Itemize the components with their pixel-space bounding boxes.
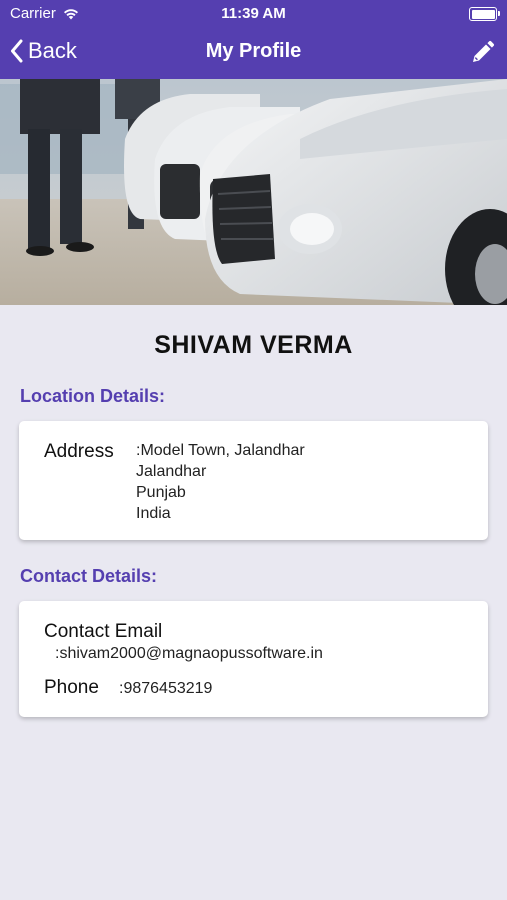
location-card: Address :Model Town, Jalandhar Jalandhar… [19, 421, 488, 540]
battery-icon [469, 7, 500, 21]
address-value: :Model Town, Jalandhar Jalandhar Punjab … [136, 440, 305, 524]
contact-email-value: :shivam2000@magnaopussoftware.in [55, 645, 323, 662]
address-line: :Model Town, Jalandhar [136, 442, 305, 459]
top-bar: Carrier 11:39 AM Back My Profile [0, 0, 507, 79]
status-bar: Carrier 11:39 AM [0, 0, 507, 28]
location-details-heading: Location Details: [20, 386, 166, 406]
phone-value: :9876453219 [119, 680, 213, 697]
address-label: Address [44, 441, 114, 462]
page-title: My Profile [205, 40, 302, 62]
edit-button[interactable] [469, 40, 495, 66]
profile-name: SHIVAM VERMA [154, 331, 353, 359]
address-line: Jalandhar [136, 463, 207, 480]
address-line: India [136, 505, 171, 522]
pencil-icon [473, 41, 494, 62]
navigation-bar: Back My Profile [0, 30, 507, 76]
contact-card: Contact Email :shivam2000@magnaopussoftw… [19, 601, 488, 717]
cars-photo [0, 79, 507, 305]
phone-label: Phone [44, 677, 99, 698]
contact-details-heading: Contact Details: [20, 566, 158, 586]
status-time: 11:39 AM [221, 5, 286, 22]
profile-cover-image [0, 79, 507, 305]
address-line: Punjab [136, 484, 186, 501]
contact-email-label: Contact Email [44, 621, 163, 642]
